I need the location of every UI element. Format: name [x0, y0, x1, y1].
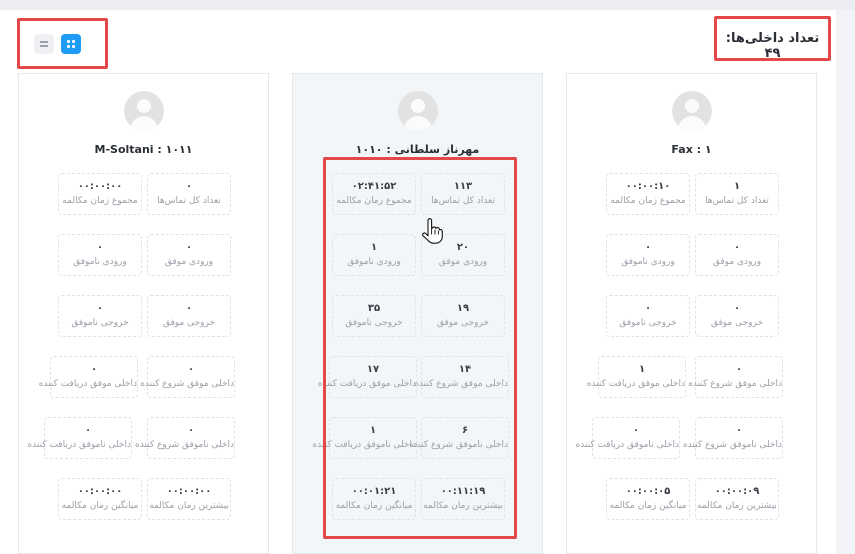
view-toggle-group	[17, 18, 108, 69]
extension-name: M-Soltani : ۱۰۱۱	[94, 143, 193, 156]
extension-count-value: ۴۹	[764, 46, 781, 61]
stat-avg-talk-time: ۰۰:۰۰:۰۵ میانگین زمان مکالمه	[606, 478, 690, 520]
stat-inbound-success: ۰ ورودی موفق	[695, 234, 779, 276]
hand-cursor-icon	[422, 218, 443, 244]
stat-internal-success-receiver: ۰ داخلی موفق دریافت کننده	[39, 356, 138, 398]
stat-internal-success-caller: ۰ داخلی موفق شروع کننده	[688, 356, 783, 398]
stat-internal-failed-caller: ۶ داخلی ناموفق شروع کننده	[409, 417, 509, 459]
stat-outbound-success: ۱۹ خروجی موفق	[421, 295, 505, 337]
stat-internal-failed-caller: ۰ داخلی ناموفق شروع کننده	[683, 417, 783, 459]
stat-outbound-success: ۰ خروجی موفق	[147, 295, 231, 337]
stat-total-calls: ۱ تعداد کل تماس‌ها	[695, 173, 779, 215]
stat-internal-failed-caller: ۰ داخلی ناموفق شروع کننده	[135, 417, 235, 459]
stat-internal-success-receiver: ۱ داخلی موفق دریافت کننده	[587, 356, 686, 398]
extension-count-header: تعداد داخلی‌ها: ۴۹	[714, 16, 831, 61]
stat-total-calls: ۱۱۳ تعداد کل تماس‌ها	[421, 173, 505, 215]
avatar	[124, 91, 164, 131]
stat-outbound-failed: ۰ خروجی ناموفق	[606, 295, 690, 337]
stat-avg-talk-time: ۰۰:۰۱:۲۱ میانگین زمان مکالمه	[332, 478, 416, 520]
stat-inbound-failed: ۰ ورودی ناموفق	[58, 234, 142, 276]
avatar	[672, 91, 712, 131]
stat-internal-failed-receiver: ۰ داخلی ناموفق دریافت کننده	[575, 417, 680, 459]
stat-internal-failed-receiver: ۱ داخلی ناموفق دریافت کننده	[312, 417, 417, 459]
stat-outbound-success: ۰ خروجی موفق	[695, 295, 779, 337]
stat-total-calls: ۰ تعداد کل تماس‌ها	[147, 173, 231, 215]
stat-inbound-failed: ۰ ورودی ناموفق	[606, 234, 690, 276]
stat-total-talk-time: ۰۰:۰۰:۰۰ مجموع زمان مکالمه	[58, 173, 142, 215]
stat-max-talk-time: ۰۰:۰۰:۰۹ بیشترین زمان مکالمه	[695, 478, 779, 520]
top-border	[0, 0, 855, 10]
stat-internal-failed-receiver: ۰ داخلی ناموفق دریافت کننده	[27, 417, 132, 459]
stat-outbound-failed: ۳۵ خروجی ناموفق	[332, 295, 416, 337]
scrollbar-track[interactable]	[836, 10, 855, 554]
list-view-button[interactable]	[34, 34, 54, 54]
extension-name: مهرناز سلطانی : ۱۰۱۰	[355, 143, 480, 156]
stat-total-talk-time: ۰۲:۴۱:۵۲ مجموع زمان مکالمه	[332, 173, 416, 215]
stat-total-talk-time: ۰۰:۰۰:۱۰ مجموع زمان مکالمه	[606, 173, 690, 215]
grid-view-button[interactable]	[61, 34, 81, 54]
stat-max-talk-time: ۰۰:۱۱:۱۹ بیشترین زمان مکالمه	[421, 478, 505, 520]
extension-name: Fax : ۱	[671, 143, 712, 156]
extension-count-label: تعداد داخلی‌ها:	[725, 31, 820, 46]
stat-avg-talk-time: ۰۰:۰۰:۰۰ میانگین زمان مکالمه	[58, 478, 142, 520]
extension-card[interactable]: M-Soltani : ۱۰۱۱ ۰ تعداد کل تماس‌ها ۰۰:۰۰…	[18, 73, 269, 554]
extension-card[interactable]: مهرناز سلطانی : ۱۰۱۰ ۱۱۳ تعداد کل تماس‌ها…	[292, 73, 543, 554]
avatar	[398, 91, 438, 131]
stat-outbound-failed: ۰ خروجی ناموفق	[58, 295, 142, 337]
stat-internal-success-caller: ۱۴ داخلی موفق شروع کننده	[414, 356, 509, 398]
stat-inbound-failed: ۱ ورودی ناموفق	[332, 234, 416, 276]
stat-inbound-success: ۰ ورودی موفق	[147, 234, 231, 276]
stat-internal-success-receiver: ۱۷ داخلی موفق دریافت کننده	[318, 356, 417, 398]
stat-max-talk-time: ۰۰:۰۰:۰۰ بیشترین زمان مکالمه	[147, 478, 231, 520]
extension-card[interactable]: Fax : ۱ ۱ تعداد کل تماس‌ها ۰۰:۰۰:۱۰ مجموع …	[566, 73, 817, 554]
stat-internal-success-caller: ۰ داخلی موفق شروع کننده	[140, 356, 235, 398]
